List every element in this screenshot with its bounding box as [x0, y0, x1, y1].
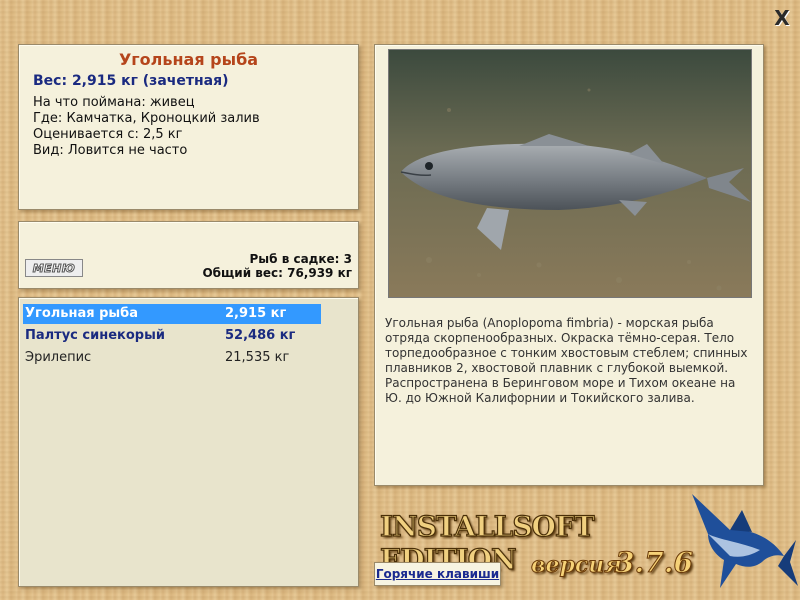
bait-info: На что поймана: живец [33, 95, 195, 110]
list-item-weight: 21,535 кг [225, 350, 290, 365]
keepnet-summary-panel: МЕНЮ Рыб в садке: 3 Общий вес: 76,939 кг [18, 221, 359, 289]
fish-count: Рыб в садке: 3 [249, 252, 353, 266]
close-icon[interactable]: X [771, 7, 793, 29]
location-value: Камчатка, Кроноцкий залив [66, 111, 260, 126]
min-weight-label: Оценивается с: [33, 127, 143, 142]
list-item-name: Угольная рыба [25, 306, 139, 321]
list-item[interactable]: Палтус синекорый 52,486 кг [23, 326, 321, 346]
bait-label: На что поймана: [33, 95, 150, 110]
min-weight-value: 2,5 кг [143, 127, 183, 142]
hotkeys-button[interactable]: Горячие клавиши [374, 562, 501, 586]
fish-title: Угольная рыба [118, 50, 259, 69]
min-weight-info: Оценивается с: 2,5 кг [33, 127, 183, 142]
fish-photo [388, 49, 752, 298]
list-item-weight: 2,915 кг [225, 306, 287, 321]
menu-button[interactable]: МЕНЮ [25, 259, 83, 277]
description-panel: Угольная рыба (Anoplopoma fimbria) - мор… [374, 44, 764, 486]
rarity-info: Вид: Ловится не часто [33, 143, 187, 158]
fish-info-panel: Угольная рыба Вес: 2,915 кг (зачетная) Н… [18, 44, 359, 210]
fish-description: Угольная рыба (Anoplopoma fimbria) - мор… [385, 316, 748, 405]
list-item-weight: 52,486 кг [225, 328, 296, 343]
list-item-selected[interactable]: Угольная рыба 2,915 кг [23, 304, 321, 324]
rarity-value: Ловится не часто [67, 143, 188, 158]
marlin-logo-icon [692, 494, 798, 588]
location-info: Где: Камчатка, Кроноцкий залив [33, 111, 260, 126]
list-item-name: Палтус синекорый [25, 328, 165, 343]
rarity-label: Вид: [33, 143, 68, 158]
fish-weight: Вес: 2,915 кг (зачетная) [33, 73, 229, 89]
list-item[interactable]: Эрилепис 21,535 кг [23, 348, 321, 368]
version-word: версия [531, 552, 623, 579]
location-label: Где: [33, 111, 67, 126]
catch-list-panel: Угольная рыба 2,915 кг Палтус синекорый … [18, 297, 359, 587]
bait-value: живец [149, 95, 195, 110]
list-item-name: Эрилепис [25, 350, 92, 365]
menu-label: МЕНЮ [32, 261, 76, 275]
total-weight: Общий вес: 76,939 кг [202, 266, 352, 280]
